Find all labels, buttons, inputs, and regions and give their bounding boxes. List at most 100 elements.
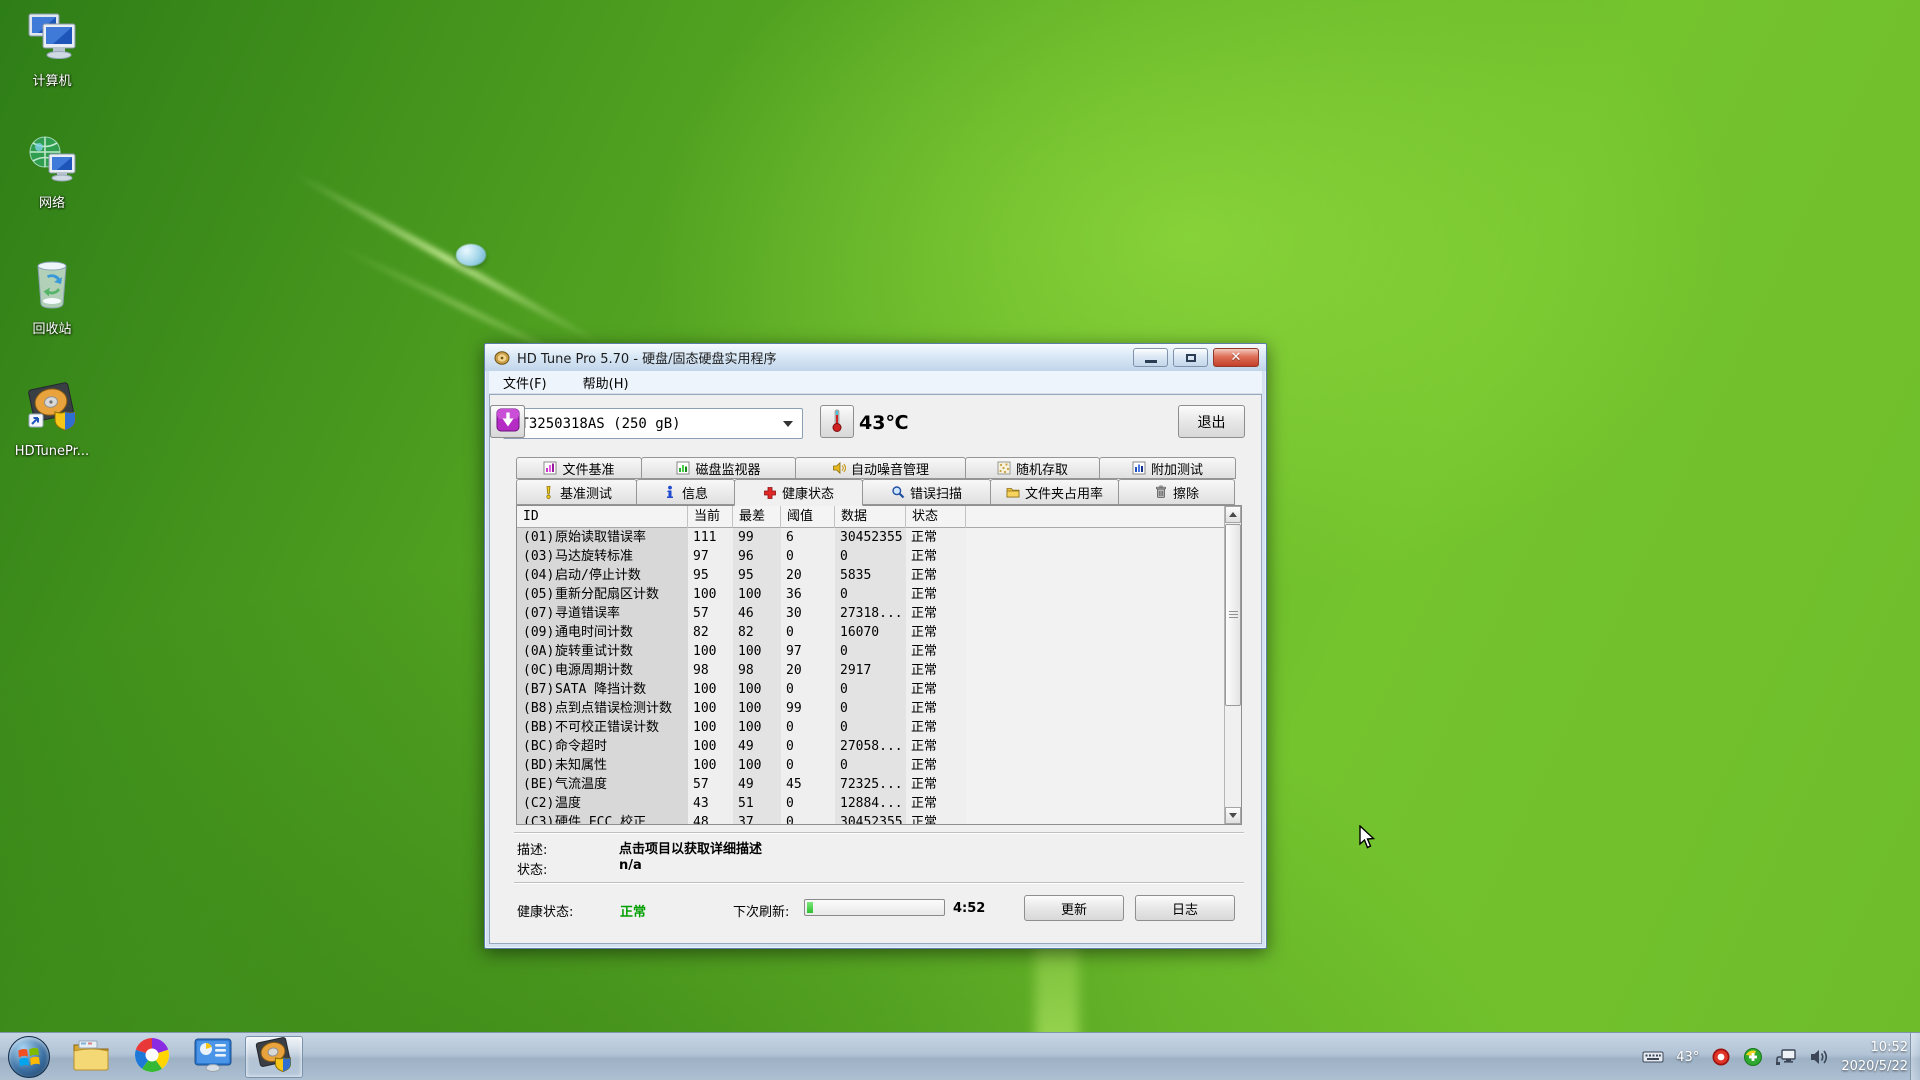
- scroll-up-button[interactable]: [1225, 506, 1241, 523]
- tab[interactable]: 健康状态: [734, 479, 863, 506]
- recycle-bin-icon: [6, 258, 98, 314]
- window-client-area: ST3250318AS (250 gB) 43℃: [489, 394, 1262, 944]
- taskbar-app-button[interactable]: [123, 1036, 181, 1078]
- scrollbar-thumb[interactable]: [1225, 524, 1241, 706]
- tray-temperature[interactable]: 43°: [1676, 1050, 1699, 1065]
- maximize-button[interactable]: [1173, 348, 1208, 367]
- aam-icon: [832, 461, 846, 475]
- explorer-icon: [71, 1038, 111, 1076]
- desktop-icon[interactable]: HDTunePr...: [6, 380, 98, 459]
- hdtune-window: HD Tune Pro 5.70 - 硬盘/固态硬盘实用程序 ✕ 文件(F) 帮…: [484, 343, 1267, 949]
- show-desktop-button[interactable]: [1910, 1033, 1920, 1080]
- smart-row[interactable]: (C3) 硬件 ECC 校正 48 37 0 30452355 正常: [517, 813, 1224, 824]
- water-droplet: [456, 244, 486, 266]
- close-icon: ✕: [1231, 351, 1242, 364]
- my-computer-icon: [6, 12, 98, 66]
- scrollbar-grip: [1229, 611, 1238, 619]
- start-button[interactable]: [8, 1036, 50, 1078]
- smart-row[interactable]: (01) 原始读取错误率 111 99 6 30452355 正常: [517, 528, 1224, 547]
- drive-select-value: ST3250318AS (250 gB): [512, 416, 681, 432]
- tab-strip-row2: 基准测试 信息 健康状态 错误扫描: [516, 479, 1240, 505]
- smart-row[interactable]: (BE) 气流温度 57 49 45 72325... 正常: [517, 775, 1224, 794]
- antivirus-icon[interactable]: [1743, 1047, 1763, 1067]
- smart-row[interactable]: (07) 寻道错误率 57 46 30 27318... 正常: [517, 604, 1224, 623]
- net-places-icon: [6, 134, 98, 188]
- header-worst[interactable]: 最差: [733, 506, 781, 528]
- smart-row[interactable]: (0A) 旋转重试计数 100 100 97 0 正常: [517, 642, 1224, 661]
- minimize-button[interactable]: [1133, 348, 1168, 367]
- network-icon[interactable]: [1775, 1048, 1797, 1066]
- desktop-icon-label: 回收站: [32, 322, 71, 337]
- grass-blade: [288, 168, 606, 349]
- keyboard-icon[interactable]: [1642, 1050, 1664, 1064]
- taskbar-app-button[interactable]: [62, 1036, 120, 1078]
- minimize-icon: [1145, 360, 1157, 363]
- status-label: 状态:: [517, 859, 547, 878]
- system-tray: 43° 10:52 2020/5/22: [1642, 1033, 1908, 1080]
- desktop-icon[interactable]: 网络: [6, 134, 98, 211]
- smart-row[interactable]: (03) 马达旋转标准 97 96 0 0 正常: [517, 547, 1224, 566]
- temperature-readout: 43℃: [859, 412, 908, 434]
- taskbar-app-button[interactable]: [245, 1036, 303, 1078]
- smart-row[interactable]: (BD) 未知属性 100 100 0 0 正常: [517, 756, 1224, 775]
- smart-row[interactable]: (09) 通电时间计数 82 82 0 16070 正常: [517, 623, 1224, 642]
- update-button[interactable]: 更新: [1024, 895, 1124, 921]
- vertical-scrollbar[interactable]: [1224, 506, 1241, 824]
- volume-icon[interactable]: [1809, 1048, 1829, 1066]
- smart-row[interactable]: (04) 启动/停止计数 95 95 20 5835 正常: [517, 566, 1224, 585]
- tab[interactable]: 自动噪音管理: [795, 457, 966, 479]
- desktop-icon[interactable]: 回收站: [6, 258, 98, 337]
- desktop-icon-label: 计算机: [32, 74, 71, 89]
- tab[interactable]: 错误扫描: [862, 479, 991, 505]
- tab[interactable]: 附加测试: [1099, 457, 1236, 479]
- tab[interactable]: 文件夹占用率: [990, 479, 1119, 505]
- scroll-down-button[interactable]: [1225, 807, 1241, 824]
- desktop-icon[interactable]: 计算机: [6, 12, 98, 89]
- taskbar-clock[interactable]: 10:52 2020/5/22: [1841, 1038, 1908, 1077]
- menu-bar: 文件(F) 帮助(H): [489, 371, 1262, 394]
- exit-button[interactable]: 退出: [1178, 405, 1245, 438]
- smart-row[interactable]: (0C) 电源周期计数 98 98 20 2917 正常: [517, 661, 1224, 680]
- triangle-down-icon: [1229, 813, 1237, 818]
- smart-row[interactable]: (B7) SATA 降挡计数 100 100 0 0 正常: [517, 680, 1224, 699]
- update-icon: [496, 408, 520, 436]
- refresh-progress-fill: [807, 902, 813, 913]
- system-tool-icon: [193, 1037, 233, 1077]
- temperature-button[interactable]: [820, 405, 854, 438]
- smart-row[interactable]: (BC) 命令超时 100 49 0 27058... 正常: [517, 737, 1224, 756]
- title-bar[interactable]: HD Tune Pro 5.70 - 硬盘/固态硬盘实用程序 ✕: [485, 344, 1266, 371]
- tab[interactable]: 随机存取: [965, 457, 1100, 479]
- header-id[interactable]: ID: [517, 506, 688, 528]
- smart-row[interactable]: (BB) 不可校正错误计数 100 100 0 0 正常: [517, 718, 1224, 737]
- security-ring-icon[interactable]: [1711, 1047, 1731, 1067]
- taskbar-app-button[interactable]: [184, 1036, 242, 1078]
- tab[interactable]: 文件基准: [516, 457, 642, 479]
- smart-row[interactable]: (C2) 温度 43 51 0 12884... 正常: [517, 794, 1224, 813]
- smart-row[interactable]: (05) 重新分配扇区计数 100 100 36 0 正常: [517, 585, 1224, 604]
- header-threshold[interactable]: 阈值: [781, 506, 835, 528]
- browser-icon: [133, 1036, 171, 1078]
- next-refresh-time: 4:52: [953, 901, 985, 916]
- tab[interactable]: 基准测试: [516, 479, 637, 505]
- benchmark-icon: [541, 485, 555, 499]
- log-button[interactable]: 日志: [1135, 895, 1235, 921]
- tab[interactable]: 磁盘监视器: [641, 457, 796, 479]
- header-status[interactable]: 状态: [906, 506, 966, 528]
- health-status-label: 健康状态:: [517, 901, 573, 920]
- smart-row[interactable]: (B8) 点到点错误检测计数 100 100 99 0 正常: [517, 699, 1224, 718]
- hdtune-window-icon: [494, 350, 510, 366]
- header-data[interactable]: 数据: [835, 506, 906, 528]
- tab[interactable]: 擦除: [1118, 479, 1235, 505]
- close-button[interactable]: ✕: [1213, 348, 1259, 367]
- header-current[interactable]: 当前: [688, 506, 733, 528]
- window-title: HD Tune Pro 5.70 - 硬盘/固态硬盘实用程序: [517, 348, 777, 367]
- tab[interactable]: 信息: [636, 479, 735, 505]
- drive-select-dropdown[interactable]: ST3250318AS (250 gB): [503, 408, 803, 439]
- toolbar-button[interactable]: [490, 405, 525, 438]
- hdtune-task-icon: [254, 1036, 294, 1078]
- refresh-progress-bar: [804, 899, 945, 916]
- mouse-cursor: [1358, 825, 1376, 855]
- menu-item[interactable]: 文件(F): [503, 373, 547, 392]
- menu-item[interactable]: 帮助(H): [583, 373, 629, 392]
- info-icon: [663, 485, 677, 499]
